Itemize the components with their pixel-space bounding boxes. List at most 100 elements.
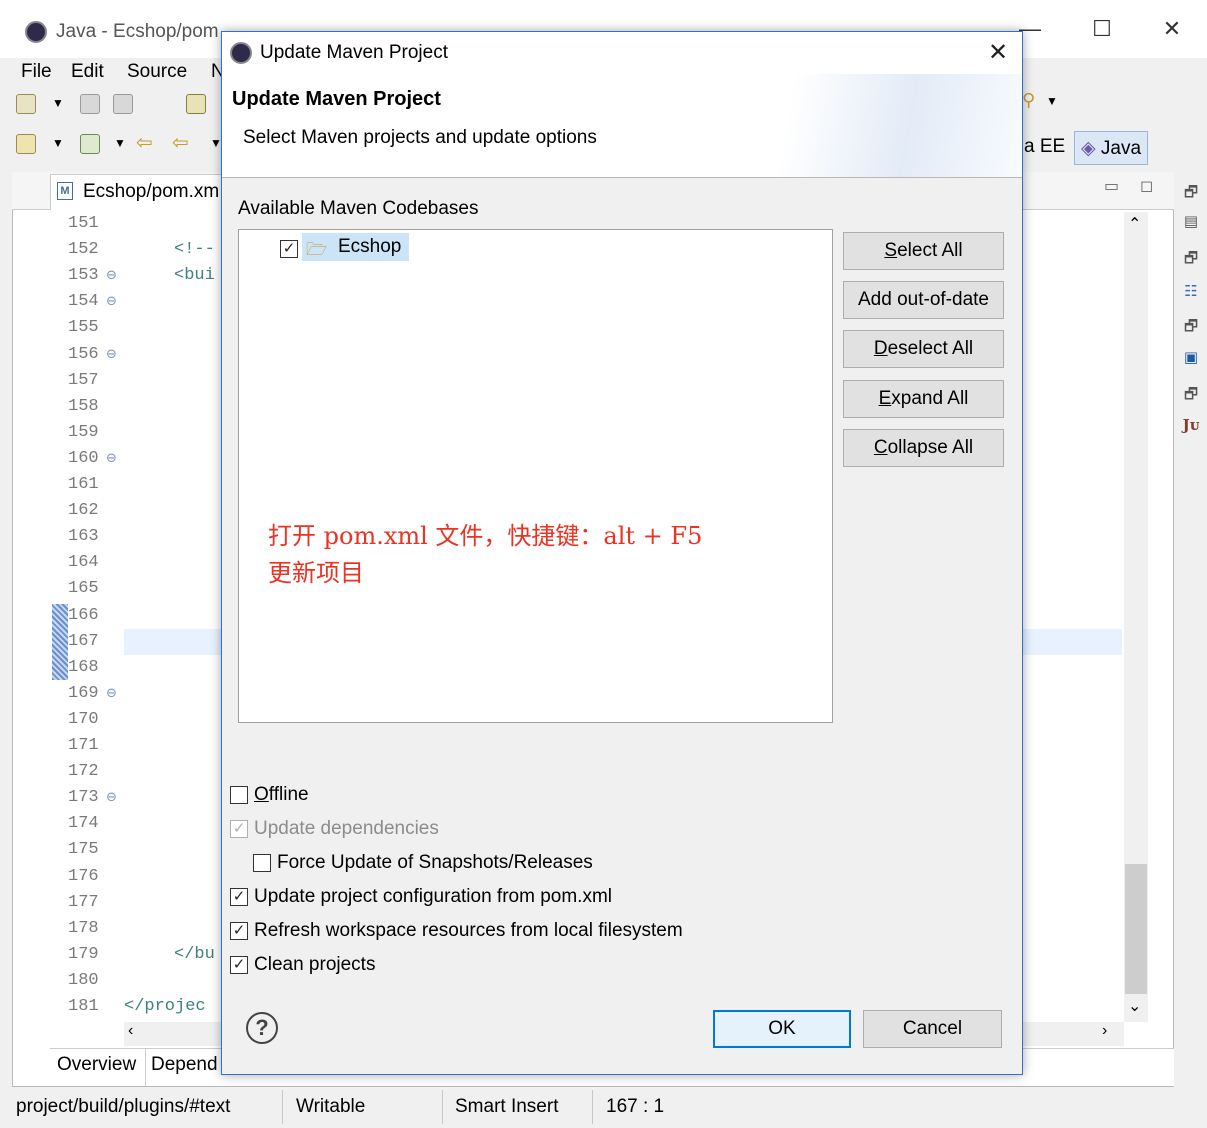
force-update-checkbox[interactable] xyxy=(253,853,271,872)
line-number: 162 xyxy=(68,501,99,520)
line-number: 172 xyxy=(68,762,99,781)
collapse-all-button[interactable]: Collapse All xyxy=(843,429,1004,467)
code-text: </projec xyxy=(124,997,206,1016)
new-icon[interactable] xyxy=(16,94,36,114)
fold-toggle-icon[interactable]: ⊖ xyxy=(106,789,117,805)
update-config-option[interactable]: ✓ Update project configuration from pom.x… xyxy=(230,886,612,908)
scroll-down-icon[interactable]: ⌄ xyxy=(1128,996,1141,1016)
save-all-icon[interactable] xyxy=(113,94,133,114)
maven-file-icon: M xyxy=(57,182,73,200)
status-writable: Writable xyxy=(296,1096,366,1117)
tab-dependencies[interactable]: Depend xyxy=(151,1054,218,1076)
line-number: 167 xyxy=(68,632,99,651)
dialog-title: Update Maven Project xyxy=(260,42,448,63)
junit-icon[interactable]: Jᴜ xyxy=(1182,416,1200,434)
fold-toggle-icon[interactable]: ⊖ xyxy=(106,293,117,309)
line-number: 171 xyxy=(68,736,99,755)
search-icon[interactable]: ⚲ xyxy=(1022,90,1035,111)
code-text: <!-- xyxy=(174,240,215,259)
eclipse-icon xyxy=(25,21,47,43)
scroll-up-icon[interactable]: ⌃ xyxy=(1128,214,1141,234)
refresh-workspace-option[interactable]: ✓ Refresh workspace resources from local … xyxy=(230,920,683,942)
cancel-button[interactable]: Cancel xyxy=(863,1010,1002,1048)
add-out-of-date-button[interactable]: Add out-of-date xyxy=(843,281,1004,319)
hierarchy-icon[interactable]: ☷ xyxy=(1182,282,1200,300)
banner-subtitle: Select Maven projects and update options xyxy=(243,127,597,148)
scroll-right-icon[interactable]: › xyxy=(1102,1022,1107,1040)
line-number: 179 xyxy=(68,945,99,964)
line-number: 178 xyxy=(68,919,99,938)
perspective-javaee[interactable]: a EE xyxy=(1018,131,1071,165)
line-number: 157 xyxy=(68,371,99,390)
menu-edit[interactable]: Edit xyxy=(71,61,104,83)
help-icon[interactable]: ? xyxy=(246,1012,278,1044)
expand-all-button[interactable]: Expand All xyxy=(843,380,1004,418)
annotation-line-1: 打开 pom.xml 文件，快捷键：alt + F5 xyxy=(268,522,703,550)
perspective-java[interactable]: ◈ Java xyxy=(1074,131,1149,165)
offline-option[interactable]: Offline xyxy=(230,784,309,806)
dialog-close-button[interactable]: ✕ xyxy=(980,38,1016,68)
line-number: 164 xyxy=(68,553,99,572)
line-number: 163 xyxy=(68,527,99,546)
prev-annotation-icon[interactable] xyxy=(80,134,100,154)
deselect-all-button[interactable]: Deselect All xyxy=(843,330,1004,368)
maximize-view-icon[interactable]: ◻ xyxy=(1140,176,1153,196)
tree-item-label: Ecshop xyxy=(338,236,402,257)
line-number: 158 xyxy=(68,397,99,416)
minimize-view-icon[interactable]: ▭ xyxy=(1104,176,1119,196)
save-icon[interactable] xyxy=(80,94,100,114)
restore-icon[interactable]: 🗗 xyxy=(1182,384,1200,403)
back-icon[interactable]: ⇦ xyxy=(172,130,189,155)
status-cursor-position: 167 : 1 xyxy=(606,1096,665,1117)
vertical-scroll-thumb[interactable] xyxy=(1125,864,1147,994)
dropdown-arrow-icon[interactable]: ▼ xyxy=(52,96,64,110)
restore-icon[interactable]: 🗗 xyxy=(1182,248,1200,267)
tab-divider xyxy=(145,1048,146,1086)
ok-button[interactable]: OK xyxy=(713,1010,851,1048)
editor-tab-pom[interactable]: Ecshop/pom.xm xyxy=(50,174,226,210)
line-number: 175 xyxy=(68,840,99,859)
status-divider xyxy=(592,1090,593,1124)
line-number: 181 xyxy=(68,997,99,1016)
restore-icon[interactable]: 🗗 xyxy=(1182,182,1200,201)
line-number: 166 xyxy=(68,606,99,625)
outline-icon[interactable]: ▤ xyxy=(1182,212,1200,230)
next-annotation-icon[interactable] xyxy=(16,134,36,154)
maven-project-folder-icon: 🗁 xyxy=(306,240,328,259)
fold-toggle-icon[interactable]: ⊖ xyxy=(106,450,117,466)
menu-file[interactable]: File xyxy=(21,61,52,83)
open-type-icon[interactable] xyxy=(186,94,206,114)
clean-projects-checkbox[interactable]: ✓ xyxy=(230,955,248,974)
line-number: 168 xyxy=(68,658,99,677)
refresh-workspace-checkbox[interactable]: ✓ xyxy=(230,921,248,940)
status-divider xyxy=(282,1090,283,1124)
scroll-left-icon[interactable]: ‹ xyxy=(128,1022,133,1040)
fold-toggle-icon[interactable]: ⊖ xyxy=(106,267,117,283)
line-number: 170 xyxy=(68,710,99,729)
restore-icon[interactable]: 🗗 xyxy=(1182,316,1200,335)
fold-toggle-icon[interactable]: ⊖ xyxy=(106,685,117,701)
last-edit-icon[interactable]: ⇦ xyxy=(136,130,153,155)
tab-overview[interactable]: Overview xyxy=(57,1054,136,1076)
menu-source[interactable]: Source xyxy=(127,61,187,83)
window-close-button[interactable]: ✕ xyxy=(1142,16,1202,46)
code-text: <bui xyxy=(174,266,215,285)
menubar: File Edit Source N xyxy=(0,58,230,88)
fold-toggle-icon[interactable]: ⊖ xyxy=(106,346,117,362)
dropdown-arrow-icon[interactable]: ▼ xyxy=(1046,94,1058,108)
offline-checkbox[interactable] xyxy=(230,785,248,804)
clean-projects-option[interactable]: ✓ Clean projects xyxy=(230,954,375,976)
status-insert-mode: Smart Insert xyxy=(455,1096,559,1117)
dropdown-arrow-icon[interactable]: ▼ xyxy=(52,136,64,150)
select-all-button[interactable]: Select All xyxy=(843,232,1004,270)
codebases-tree[interactable] xyxy=(238,229,833,723)
maximize-button[interactable]: ☐ xyxy=(1072,16,1132,46)
annotation-line-2: 更新项目 xyxy=(268,559,364,587)
console-icon[interactable]: ▣ xyxy=(1182,348,1200,366)
ecshop-checkbox[interactable]: ✓ xyxy=(280,240,298,258)
line-number: 152 xyxy=(68,240,99,259)
force-update-option[interactable]: Force Update of Snapshots/Releases xyxy=(253,852,593,874)
update-config-checkbox[interactable]: ✓ xyxy=(230,887,248,906)
dropdown-arrow-icon[interactable]: ▼ xyxy=(114,136,126,150)
window-title: Java - Ecshop/pom xyxy=(56,21,219,42)
